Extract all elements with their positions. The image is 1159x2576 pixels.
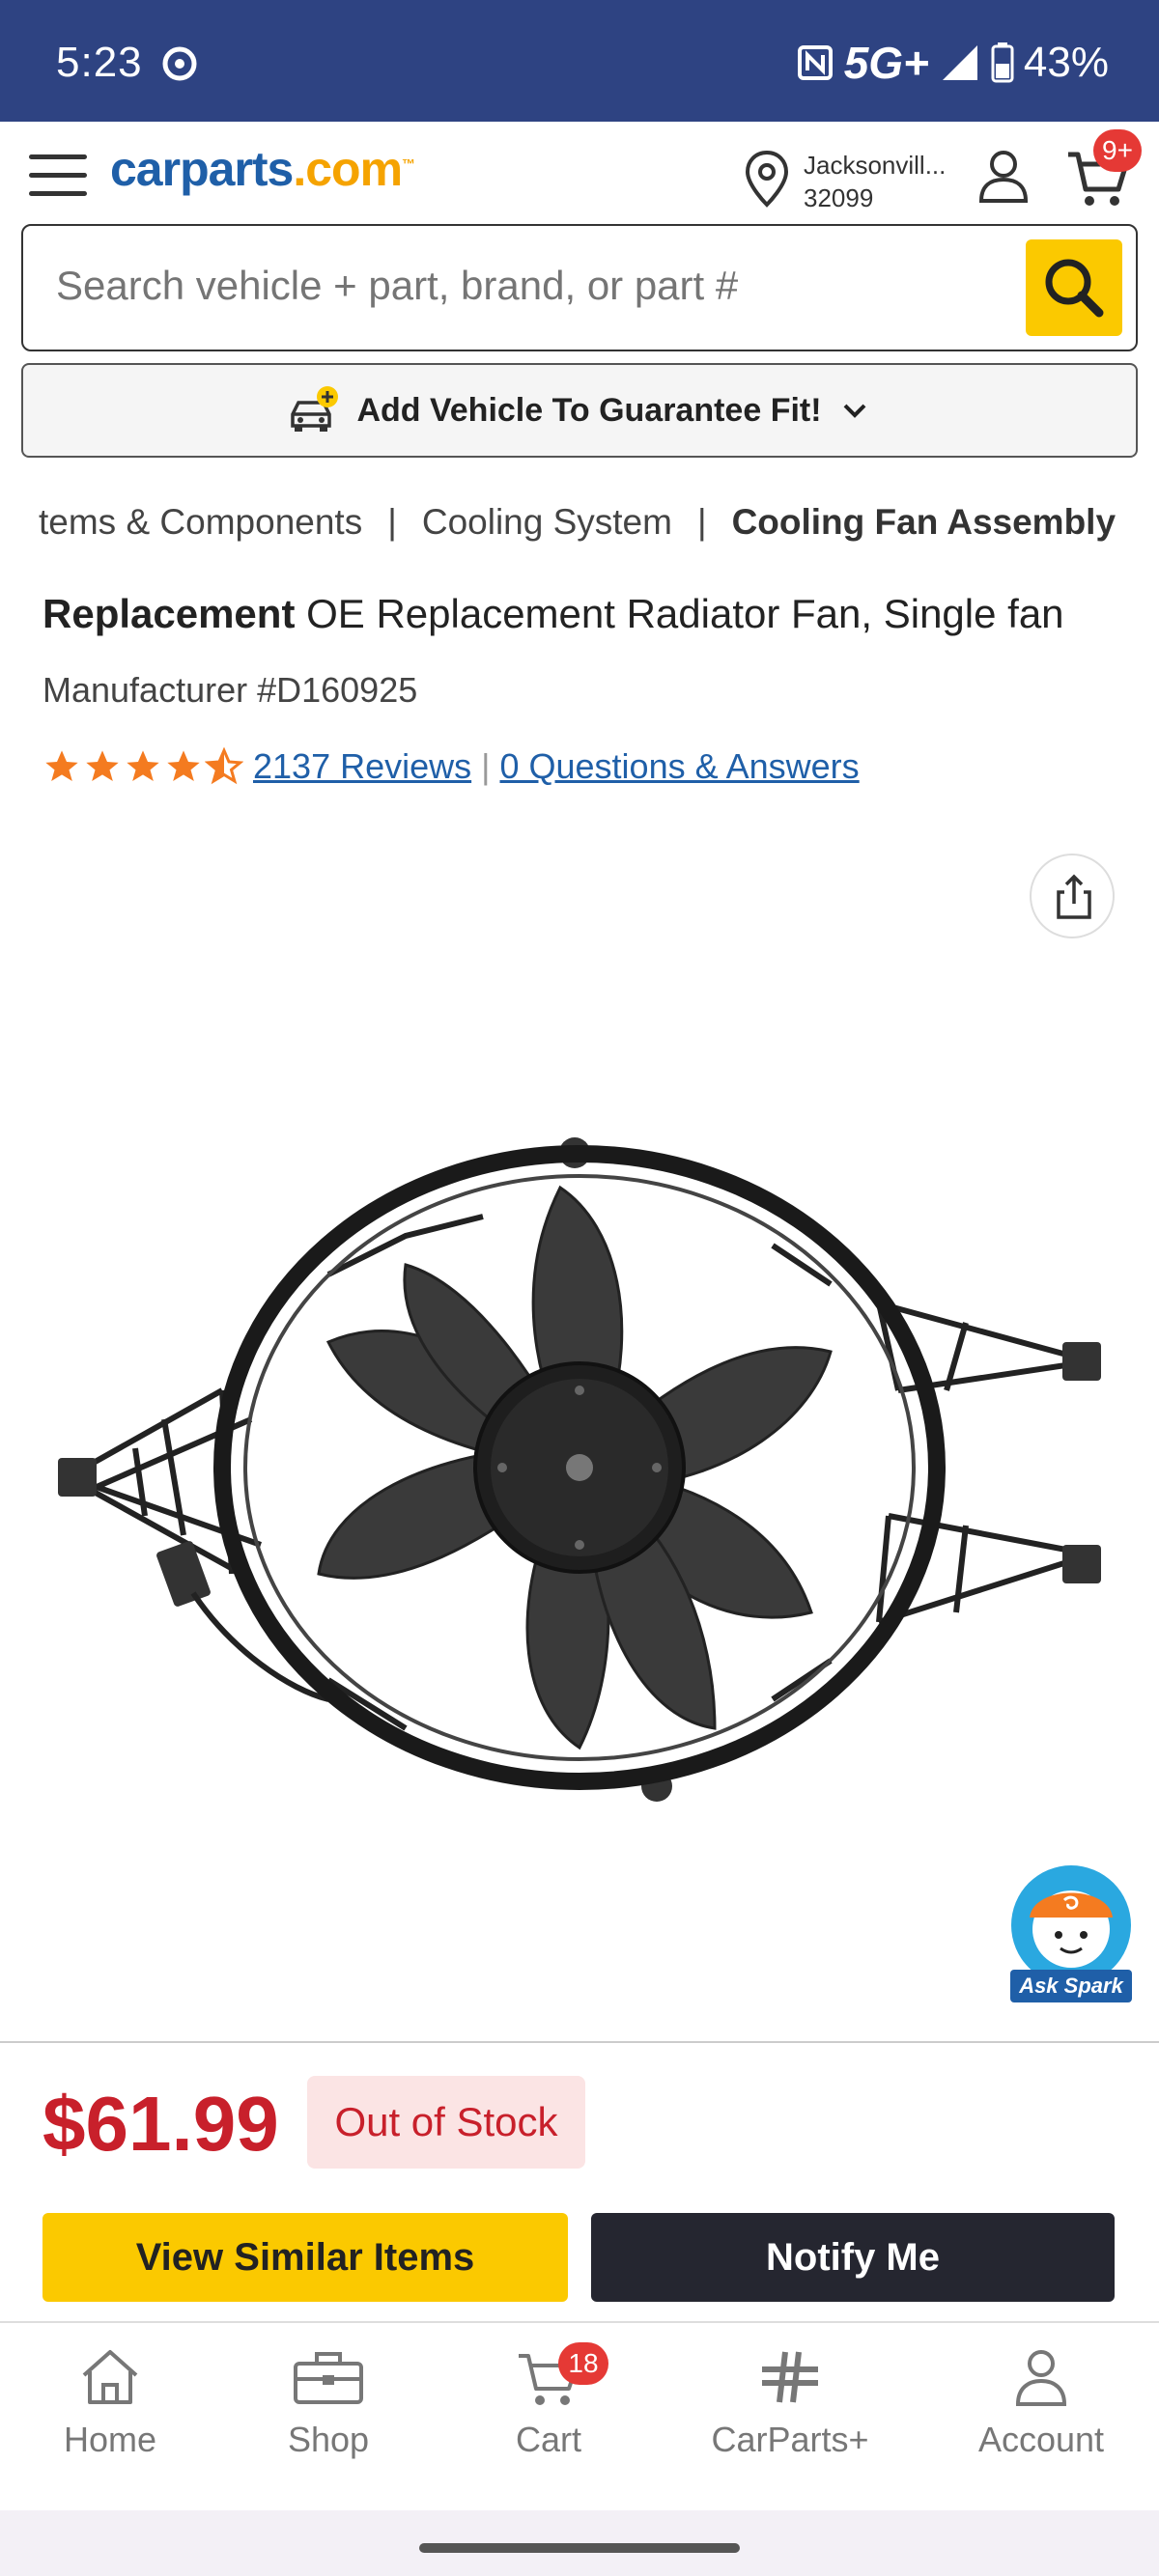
nav-shop-label: Shop [287, 2420, 370, 2459]
breadcrumb-separator: | [696, 502, 707, 542]
manufacturer-number: Manufacturer #D160925 [42, 670, 418, 710]
car-add-icon [291, 386, 339, 432]
location-pin-icon [745, 150, 789, 208]
search-button[interactable] [1026, 239, 1122, 336]
share-button[interactable] [1030, 854, 1115, 938]
battery-percent: 43% [1023, 39, 1109, 86]
system-gesture-area [0, 2510, 1159, 2576]
product-image[interactable] [39, 1072, 1120, 1844]
product-brand: Replacement [42, 591, 296, 636]
location-city: Jacksonvill... [804, 151, 947, 180]
nfc-icon [797, 45, 833, 80]
hamburger-menu-icon[interactable] [29, 154, 87, 197]
product-price: $61.99 [42, 2081, 279, 2167]
nav-carparts-plus-label: CarParts+ [711, 2420, 869, 2459]
nav-cart-label: Cart [515, 2420, 581, 2459]
nav-cart[interactable]: 18 Cart [452, 2342, 645, 2491]
star-half-icon [205, 747, 243, 785]
product-name: OE Replacement Radiator Fan, Single fan [306, 591, 1064, 636]
ask-spark-label[interactable]: Ask Spark [1010, 1970, 1132, 2002]
status-time: 5:23 [56, 39, 143, 86]
add-vehicle-label: Add Vehicle To Guarantee Fit! [356, 391, 822, 429]
toolbox-icon [294, 2352, 363, 2404]
home-gesture-bar[interactable] [419, 2543, 740, 2553]
status-bar: 5:23 5G+ 43% [0, 0, 1159, 122]
search-input[interactable] [56, 263, 1003, 309]
chrome-icon [162, 46, 197, 81]
product-title: Replacement OE Replacement Radiator Fan,… [42, 591, 1134, 637]
breadcrumb-separator: | [387, 502, 397, 542]
reviews-link[interactable]: 2137 Reviews [253, 746, 471, 787]
breadcrumb: tems & Components | Cooling System | Coo… [0, 502, 1159, 550]
search-icon [1045, 259, 1104, 318]
stock-status-badge: Out of Stock [307, 2076, 585, 2169]
star-full-icon [86, 750, 119, 781]
breadcrumb-item-current: Cooling Fan Assembly [731, 502, 1117, 542]
nav-account[interactable]: Account [945, 2346, 1138, 2491]
cart-count-badge: 9+ [1093, 129, 1142, 172]
signal-icon [942, 45, 977, 80]
carparts-plus-icon [762, 2351, 818, 2403]
view-similar-items-button[interactable]: View Similar Items [42, 2213, 568, 2302]
star-full-icon [45, 750, 78, 781]
notify-me-button[interactable]: Notify Me [591, 2213, 1115, 2302]
location-selector[interactable]: Jacksonvill... 32099 [740, 145, 991, 212]
nav-home-label: Home [63, 2420, 157, 2459]
carparts-logo[interactable]: carparts.com™ [110, 141, 415, 197]
nav-shop[interactable]: Shop [232, 2346, 425, 2491]
chevron-down-icon [843, 404, 865, 418]
nav-account-label: Account [977, 2420, 1105, 2459]
star-full-icon [167, 750, 200, 781]
star-full-icon [127, 750, 159, 781]
add-vehicle-button[interactable]: Add Vehicle To Guarantee Fit! [21, 363, 1138, 458]
status-indicators: 5G+ 43% [796, 37, 1109, 89]
rating-divider: | [481, 746, 491, 786]
battery-icon [991, 42, 1014, 83]
location-zip: 32099 [804, 183, 874, 212]
share-icon [1057, 874, 1091, 919]
nav-carparts-plus[interactable]: CarParts+ [693, 2346, 887, 2491]
questions-answers-link[interactable]: 0 Questions & Answers [499, 746, 859, 787]
account-nav-icon [1015, 2350, 1067, 2406]
nav-home[interactable]: Home [14, 2346, 207, 2491]
search-bar [21, 224, 1138, 351]
purchase-panel: $61.99 Out of Stock View Similar Items N… [0, 2041, 1159, 2321]
account-icon[interactable] [975, 147, 1032, 205]
bottom-navigation: Home Shop 18 Cart CarParts+ Account [0, 2321, 1159, 2510]
site-header: carparts.com™ Jacksonvill... 32099 9+ [0, 122, 1159, 224]
home-icon [82, 2350, 138, 2404]
network-type: 5G+ [843, 38, 929, 88]
star-rating [42, 747, 243, 786]
rating-row: 2137 Reviews | 0 Questions & Answers [42, 743, 860, 790]
breadcrumb-item-cooling-system[interactable]: Cooling System [422, 502, 672, 543]
cart-nav-badge: 18 [558, 2342, 608, 2385]
breadcrumb-item-components[interactable]: tems & Components [39, 502, 362, 543]
